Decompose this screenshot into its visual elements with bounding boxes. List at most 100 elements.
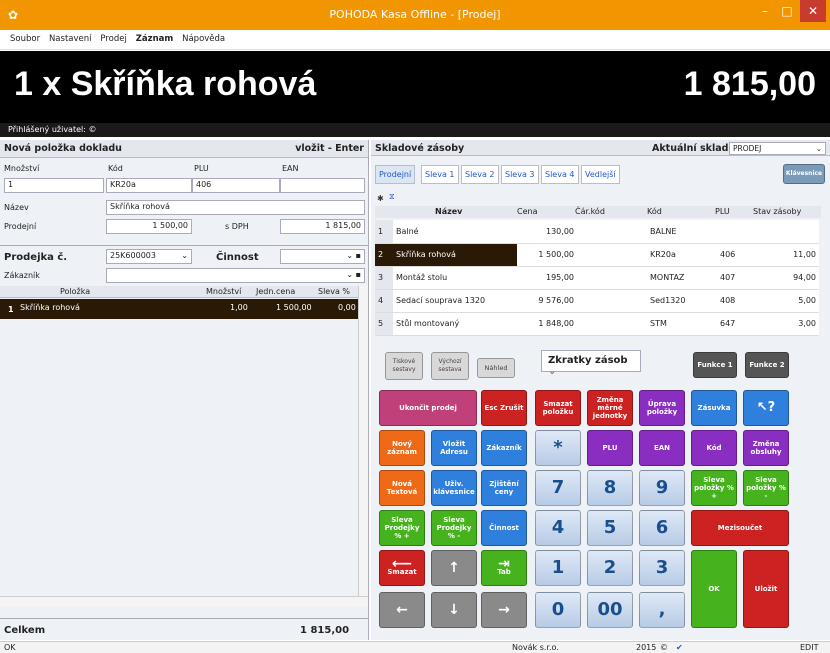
tab-sleva3[interactable]: Sleva 3 — [501, 165, 539, 184]
customer-button[interactable]: Zákazník — [481, 430, 527, 466]
key-2[interactable]: 2 — [587, 550, 633, 586]
key-comma[interactable]: , — [639, 592, 685, 628]
key-0[interactable]: 0 — [535, 592, 581, 628]
arrow-down-icon: ↓ — [448, 602, 460, 618]
new-text-button[interactable]: Nová Textová — [379, 470, 425, 506]
tab-prodejni[interactable]: Prodejní — [375, 165, 416, 184]
help-button[interactable]: ↖? — [743, 390, 789, 426]
tab-sleva1[interactable]: Sleva 1 — [421, 165, 459, 184]
menu-zaznam[interactable]: Záznam — [136, 30, 180, 44]
keyboard-button[interactable]: Klávesnice — [783, 164, 825, 184]
chevron-down-icon[interactable]: ⌄ ▪ — [346, 270, 361, 279]
sale-number-field[interactable]: 25K600003 ⌄ — [106, 249, 192, 264]
code-button[interactable]: Kód — [691, 430, 737, 466]
print-reports-button[interactable]: Tiskové sestavy — [385, 352, 423, 380]
copyright-icon: © — [660, 643, 668, 652]
key-3[interactable]: 3 — [639, 550, 685, 586]
arrow-left-button[interactable]: ← — [379, 592, 425, 628]
filter-icon[interactable]: ⧖ — [389, 192, 395, 202]
key-1[interactable]: 1 — [535, 550, 581, 586]
table-row[interactable]: 4 Sedací souprava 1320 9 576,00 Sed1320 408 5… — [375, 289, 819, 313]
minimize-icon[interactable]: – — [754, 0, 776, 22]
activity-select[interactable]: ⌄ ▪ — [280, 249, 365, 264]
key-9[interactable]: 9 — [639, 470, 685, 506]
chevron-down-icon[interactable]: ⌄ — [181, 251, 188, 260]
key-00[interactable]: 00 — [587, 592, 633, 628]
user-keyboard-button[interactable]: Uživ. klávesnice — [431, 470, 477, 506]
function1-button[interactable]: Funkce 1 — [693, 352, 737, 378]
change-unit-button[interactable]: Změna měrné jednotky — [587, 390, 633, 426]
tab-sleva4[interactable]: Sleva 4 — [541, 165, 579, 184]
qty-field[interactable]: 1 — [4, 178, 104, 193]
star-button[interactable]: * — [535, 430, 581, 466]
maximize-icon[interactable]: □ — [776, 0, 798, 22]
sale-discount-plus-button[interactable]: Sleva Prodejky % + — [379, 510, 425, 546]
preview-button[interactable]: Náhled — [477, 358, 515, 378]
plu-field[interactable]: 406 — [192, 178, 280, 193]
row-price: 1 500,00 — [276, 303, 312, 312]
row-number: 4 — [375, 289, 393, 313]
window-title: POHODA Kasa Offline - [Prodej] — [329, 8, 501, 21]
key-7[interactable]: 7 — [535, 470, 581, 506]
drawer-button[interactable]: Zásuvka — [691, 390, 737, 426]
key-8[interactable]: 8 — [587, 470, 633, 506]
chevron-down-icon[interactable]: ⌄ ▪ — [346, 251, 361, 260]
change-operator-button[interactable]: Změna obsluhy — [743, 430, 789, 466]
menu-napoveda[interactable]: Nápověda — [182, 30, 231, 44]
table-row[interactable]: 5 Stůl montovaný 1 848,00 STM 647 3,00 — [375, 312, 819, 336]
tab-label: Tab — [497, 568, 511, 576]
code-field[interactable]: KR20a — [106, 178, 192, 193]
default-report-button[interactable]: Výchozí sestava — [431, 352, 469, 380]
customer-select[interactable]: ⌄ ▪ — [106, 268, 365, 283]
shortcuts-select[interactable]: Zkratky zásob ⌄ — [541, 350, 641, 377]
check-icon: ✔ — [676, 643, 683, 652]
end-sale-button[interactable]: Ukončit prodej — [379, 390, 477, 426]
row-plu — [717, 220, 747, 244]
ean-label: EAN — [282, 164, 299, 173]
row-stock: 5,00 — [747, 289, 819, 313]
ean-button[interactable]: EAN — [639, 430, 685, 466]
add-address-button[interactable]: Vložit Adresu — [431, 430, 477, 466]
arrow-up-button[interactable]: ↑ — [431, 550, 477, 586]
menu-soubor[interactable]: Soubor — [0, 30, 46, 44]
menu-prodej[interactable]: Prodej — [100, 30, 132, 44]
sale-price-field[interactable]: 1 500,00 — [106, 219, 192, 234]
price-check-button[interactable]: Zjištění ceny — [481, 470, 527, 506]
arrow-right-button[interactable]: → — [481, 592, 527, 628]
edit-item-button[interactable]: Úprava položky — [639, 390, 685, 426]
current-stock-select[interactable]: PRODEJ ⌄ — [729, 142, 826, 155]
ean-field[interactable] — [280, 178, 365, 193]
sale-discount-minus-button[interactable]: Sleva Prodejky % - — [431, 510, 477, 546]
ok-button[interactable]: OK — [691, 550, 737, 628]
item-discount-plus-button[interactable]: Sleva položky % + — [691, 470, 737, 506]
menu-nastaveni[interactable]: Nastavení — [49, 30, 98, 44]
table-row[interactable]: 2 Skříňka rohová 1 500,00 KR20a 406 11,00 — [375, 243, 819, 267]
plu-button[interactable]: PLU — [587, 430, 633, 466]
scrollbar-vertical[interactable] — [358, 286, 368, 596]
esc-cancel-button[interactable]: Esc Zrušit — [481, 390, 527, 426]
key-6[interactable]: 6 — [639, 510, 685, 546]
key-5[interactable]: 5 — [587, 510, 633, 546]
item-discount-minus-button[interactable]: Sleva položky % - — [743, 470, 789, 506]
subtotal-button[interactable]: Mezisoučet — [691, 510, 789, 546]
row-barcode — [577, 312, 647, 336]
plu-label: PLU — [194, 164, 209, 173]
new-record-button[interactable]: Nový záznam — [379, 430, 425, 466]
name-field[interactable]: Skříňka rohová — [106, 200, 365, 215]
scrollbar-horizontal[interactable] — [0, 596, 368, 607]
table-row[interactable]: 3 Montáž stolu 195,00 MONTAZ 407 94,00 — [375, 266, 819, 290]
save-button[interactable]: Uložit — [743, 550, 789, 628]
table-row[interactable]: 1 Skříňka rohová 1,00 1 500,00 0,00 — [0, 299, 358, 319]
tab-button[interactable]: ⇥ Tab — [481, 550, 527, 586]
arrow-down-button[interactable]: ↓ — [431, 592, 477, 628]
table-row[interactable]: 1 Balné 130,00 BALNE — [375, 220, 819, 244]
tab-vedlejsi[interactable]: Vedlejší — [581, 165, 620, 184]
tab-sleva2[interactable]: Sleva 2 — [461, 165, 499, 184]
activity-button[interactable]: Činnost — [481, 510, 527, 546]
function2-button[interactable]: Funkce 2 — [745, 352, 789, 378]
close-icon[interactable]: ✕ — [800, 0, 826, 22]
vat-price-field[interactable]: 1 815,00 — [280, 219, 365, 234]
delete-button[interactable]: ⟵ Smazat — [379, 550, 425, 586]
delete-item-button[interactable]: Smazat položku — [535, 390, 581, 426]
key-4[interactable]: 4 — [535, 510, 581, 546]
